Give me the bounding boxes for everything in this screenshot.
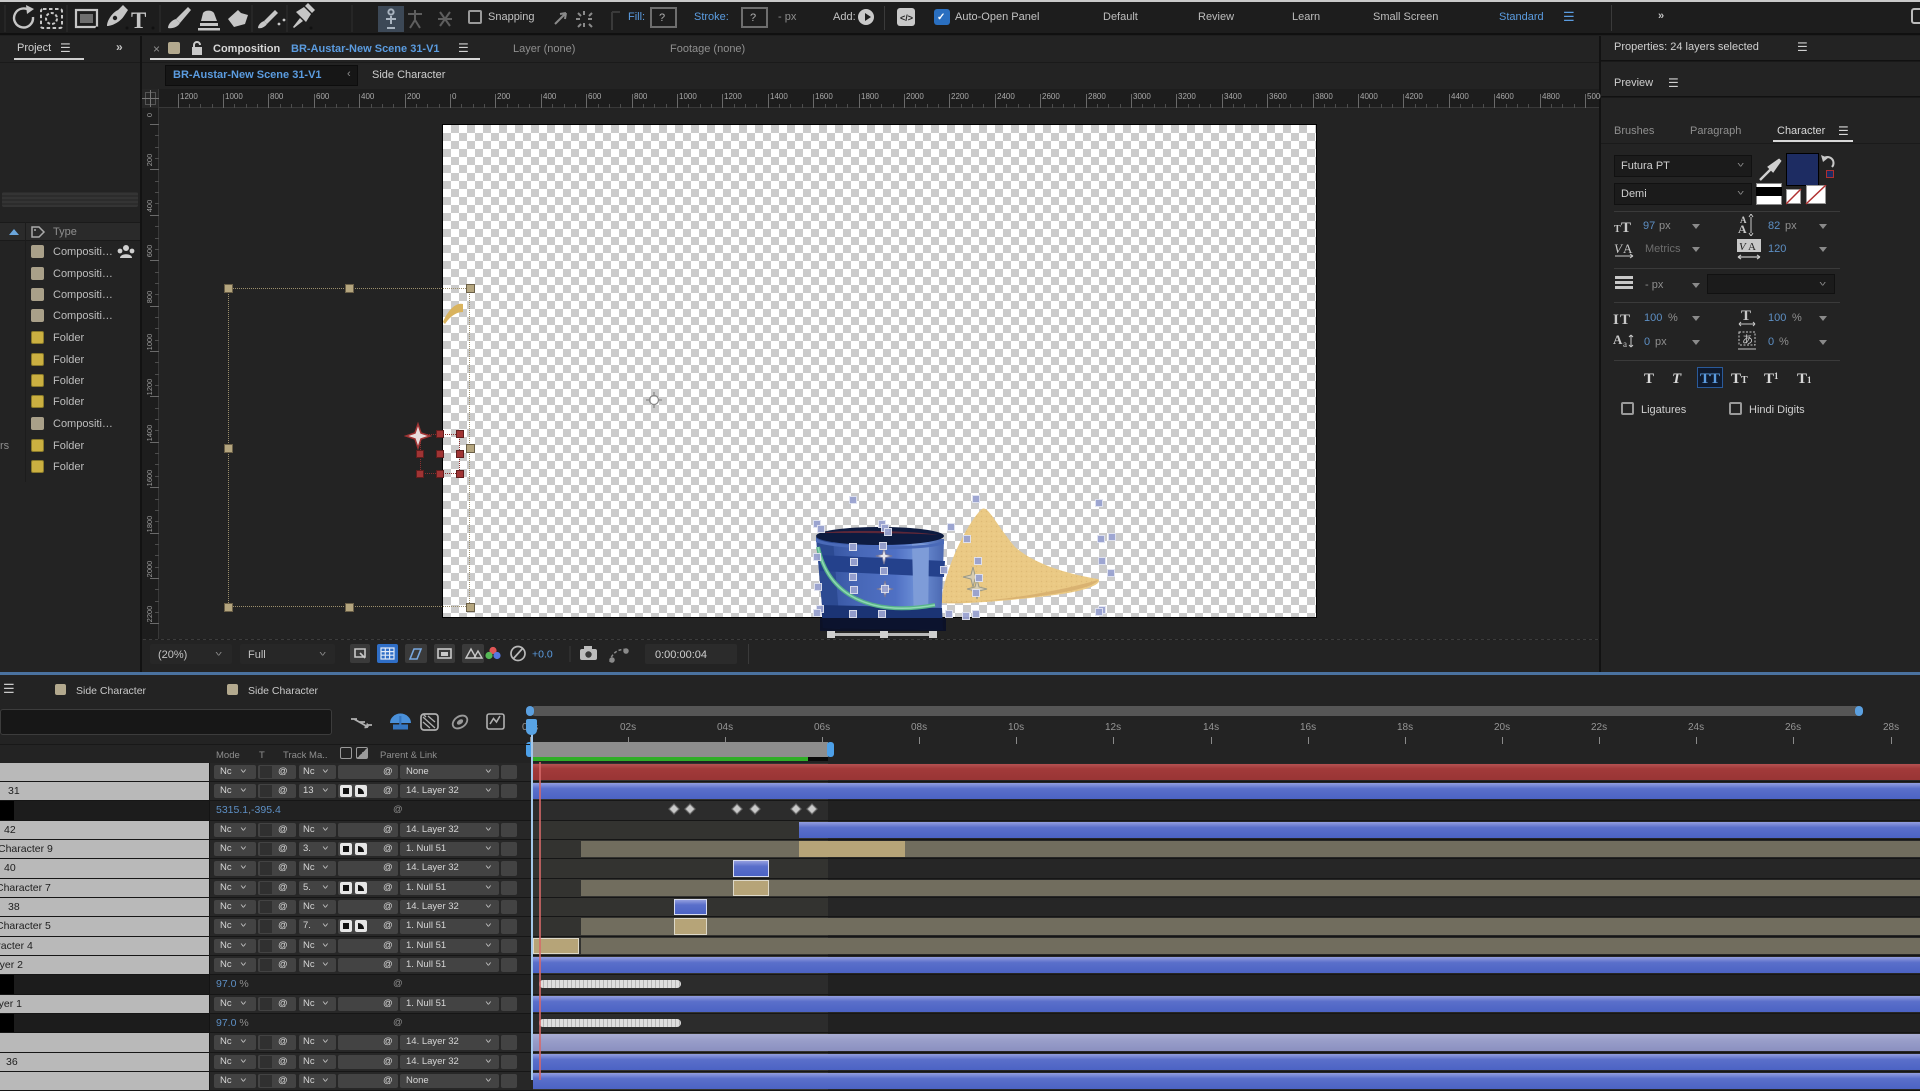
svg-text:A: A [1748, 241, 1756, 253]
svg-text:T: T [131, 8, 146, 33]
svg-text:あ: あ [1742, 333, 1753, 346]
svg-text:A: A [1613, 332, 1623, 347]
svg-text:T: T [1741, 308, 1751, 324]
svg-text:I: I [1613, 312, 1619, 328]
svg-text:A: A [1623, 241, 1633, 256]
svg-text:T: T [1614, 224, 1621, 234]
svg-text:a: a [1623, 339, 1627, 349]
svg-text:T: T [1621, 220, 1631, 234]
svg-text:+0.0: +0.0 [532, 649, 553, 661]
svg-text:A: A [1738, 222, 1747, 236]
svg-text:T: T [1620, 312, 1630, 328]
